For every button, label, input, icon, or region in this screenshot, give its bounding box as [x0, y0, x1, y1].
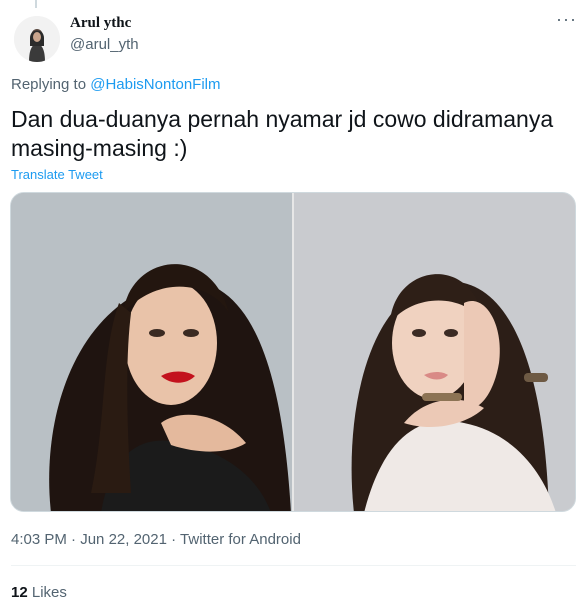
more-horizontal-icon[interactable]: ···: [556, 10, 577, 28]
tweet-text: Dan dua-duanya pernah nyamar jd cowo did…: [11, 106, 554, 161]
meta-separator: ·: [166, 531, 181, 548]
replying-to: Replying to @HabisNontonFilm: [11, 76, 221, 93]
tweet-date[interactable]: Jun 22, 2021: [80, 531, 167, 548]
thread-connector-line: [35, 0, 37, 8]
likes-link[interactable]: 12 Likes: [11, 584, 67, 601]
avatar-image: [14, 16, 60, 62]
likes-count: 12: [11, 584, 28, 601]
photo-woman-hands-face: [294, 193, 575, 511]
tweet-metadata: 4:03 PM · Jun 22, 2021 · Twitter for And…: [11, 531, 301, 548]
tweet-media: [10, 192, 576, 512]
author-name[interactable]: Arul ythc: [70, 15, 131, 32]
replying-to-prefix: Replying to: [11, 76, 91, 93]
avatar[interactable]: [14, 16, 60, 62]
meta-separator: ·: [66, 531, 81, 548]
divider: [11, 565, 576, 566]
translate-tweet-link[interactable]: Translate Tweet: [11, 167, 103, 182]
likes-label: Likes: [31, 584, 67, 601]
tweet-source-link[interactable]: Twitter for Android: [180, 531, 301, 548]
tweet-photo-right[interactable]: [294, 193, 575, 511]
photo-woman-red-lips: [11, 193, 292, 511]
tweet-time[interactable]: 4:03 PM: [11, 531, 67, 548]
reply-mention-link[interactable]: @HabisNontonFilm: [90, 76, 220, 93]
author-handle[interactable]: @arul_yth: [70, 36, 139, 53]
tweet-photo-left[interactable]: [11, 193, 292, 511]
